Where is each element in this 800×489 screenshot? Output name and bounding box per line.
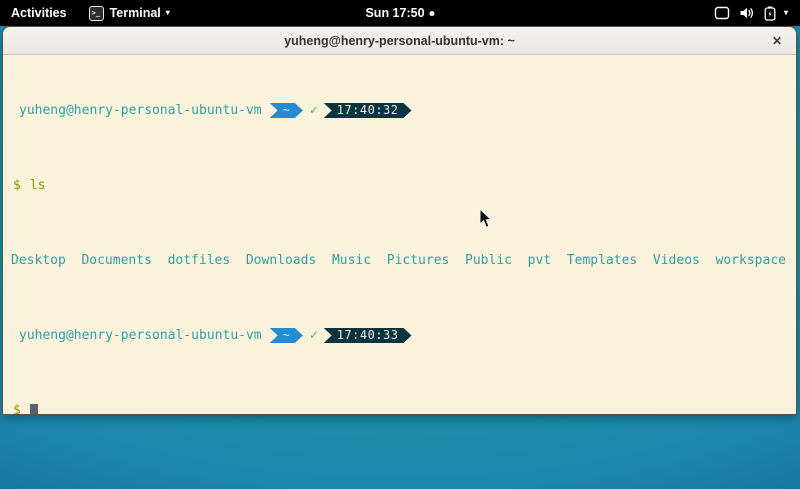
- prompt-user: yuheng@henry-personal-ubuntu-vm: [11, 328, 262, 343]
- chevron-down-icon: ▾: [166, 9, 170, 17]
- prompt-path: ~: [283, 328, 290, 343]
- terminal-app-icon: >_: [89, 6, 104, 21]
- status-ok-icon: ✓: [310, 328, 318, 343]
- close-button[interactable]: ✕: [768, 32, 786, 50]
- prompt-line: yuheng@henry-personal-ubuntu-vm ~ ✓ 17:4…: [11, 328, 786, 343]
- prompt-symbol: $: [11, 178, 21, 193]
- clock-button[interactable]: Sun 17:50: [355, 0, 444, 26]
- directory-item: Desktop: [11, 253, 66, 268]
- activities-button[interactable]: Activities: [0, 0, 78, 26]
- clock-label: Sun 17:50: [365, 6, 424, 20]
- window-title: yuheng@henry-personal-ubuntu-vm: ~: [284, 34, 515, 48]
- window-titlebar[interactable]: yuheng@henry-personal-ubuntu-vm: ~ ✕: [3, 27, 796, 55]
- directory-item: Music: [332, 253, 371, 268]
- command-line: $ ls: [11, 178, 786, 193]
- powerline-path-segment: ~: [270, 103, 303, 118]
- desktop: Activities >_ Terminal ▾ Sun 17:50: [0, 0, 800, 489]
- directory-item: Documents: [81, 253, 151, 268]
- directory-item: Videos: [653, 253, 700, 268]
- status-ok-icon: ✓: [310, 103, 318, 118]
- directory-item: dotfiles: [168, 253, 231, 268]
- battery-charging-icon: [764, 6, 776, 21]
- powerline-time-segment: 17:40:32: [324, 103, 412, 118]
- prompt-time: 17:40:32: [337, 103, 399, 118]
- app-menu-label: Terminal: [110, 6, 161, 20]
- chevron-down-icon: ▾: [784, 9, 788, 17]
- prompt-user: yuheng@henry-personal-ubuntu-vm: [11, 103, 262, 118]
- directory-item: workspace: [716, 253, 786, 268]
- text-cursor: [30, 404, 38, 416]
- app-menu-button[interactable]: >_ Terminal ▾: [78, 0, 181, 26]
- notification-dot-icon: [430, 11, 435, 16]
- powerline-time-segment: 17:40:33: [324, 328, 412, 343]
- directory-list: Desktop Documents dotfiles Downloads Music Pi…: [11, 253, 786, 268]
- display-icon: [714, 6, 730, 20]
- terminal-content[interactable]: yuheng@henry-personal-ubuntu-vm ~ ✓ 17:4…: [3, 55, 796, 415]
- prompt-time: 17:40:33: [337, 328, 399, 343]
- directory-item: Pictures: [387, 253, 450, 268]
- system-status-menu[interactable]: ▾: [702, 0, 800, 26]
- input-line[interactable]: $: [11, 403, 786, 415]
- terminal-window: yuheng@henry-personal-ubuntu-vm: ~ ✕ yuh…: [2, 26, 797, 415]
- prompt-symbol: $: [11, 403, 21, 415]
- directory-item: pvt: [528, 253, 551, 268]
- command-text: ls: [30, 178, 46, 193]
- directory-item: Public: [465, 253, 512, 268]
- mouse-cursor: [479, 208, 493, 229]
- directory-item: Downloads: [246, 253, 316, 268]
- prompt-path: ~: [283, 103, 290, 118]
- prompt-line: yuheng@henry-personal-ubuntu-vm ~ ✓ 17:4…: [11, 103, 786, 118]
- top-bar: Activities >_ Terminal ▾ Sun 17:50: [0, 0, 800, 26]
- powerline-path-segment: ~: [270, 328, 303, 343]
- volume-icon: [739, 6, 755, 20]
- directory-item: Templates: [567, 253, 637, 268]
